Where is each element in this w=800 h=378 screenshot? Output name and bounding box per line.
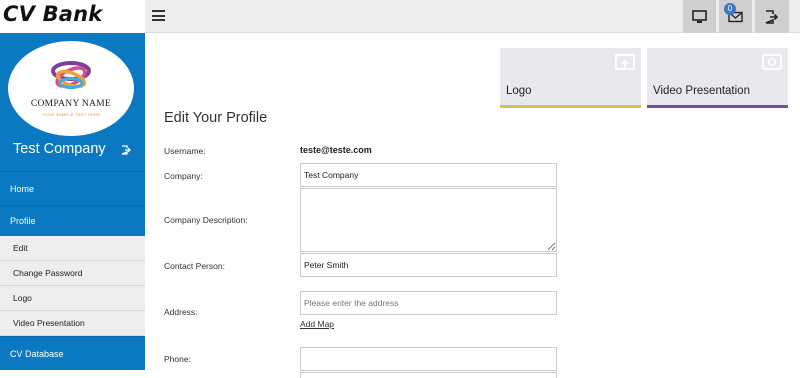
- sidebar-item-label: Profile: [10, 216, 36, 226]
- monitor-icon: [692, 9, 707, 23]
- sidebar: COMPANY NAME YOUR SAMPLE TEXT HERE Test …: [0, 33, 145, 378]
- phone-label: Phone:: [164, 354, 191, 364]
- company-description-textarea[interactable]: [300, 188, 557, 252]
- sidebar-subitem-label: Video Presentation: [13, 318, 85, 328]
- phone-input[interactable]: [300, 347, 557, 371]
- monitor-button[interactable]: [683, 0, 716, 33]
- next-field-input[interactable]: [300, 372, 557, 378]
- sidebar-company-name: Test Company: [13, 141, 106, 157]
- logo-card[interactable]: Logo: [500, 48, 641, 108]
- username-value: teste@teste.com: [300, 145, 372, 155]
- sidebar-subitem-change-password[interactable]: Change Password: [0, 261, 145, 286]
- card-label: Logo: [506, 85, 532, 97]
- hamburger-icon[interactable]: [152, 10, 165, 21]
- company-description-label: Company Description:: [164, 215, 248, 225]
- address-input[interactable]: [300, 291, 557, 315]
- sidebar-subitem-label: Edit: [13, 243, 28, 253]
- logo-company-name: COMPANY NAME: [30, 99, 112, 109]
- company-label: Company:: [164, 171, 203, 181]
- add-map-link[interactable]: Add Map: [300, 319, 334, 329]
- swirl-logo-icon: [51, 61, 91, 89]
- logout-icon: [765, 9, 779, 24]
- sidebar-item-label: CV Database: [10, 348, 64, 359]
- sidebar-item-cv-database[interactable]: CV Database: [0, 336, 145, 370]
- address-label: Address:: [164, 307, 198, 317]
- image-upload-icon: [615, 54, 635, 70]
- company-logout-icon[interactable]: [121, 145, 131, 155]
- video-icon: [762, 54, 782, 70]
- logo-slogan: YOUR SAMPLE TEXT HERE: [41, 112, 101, 117]
- video-presentation-card[interactable]: Video Presentation: [647, 48, 788, 108]
- contact-person-label: Contact Person:: [164, 261, 225, 271]
- sidebar-subitem-logo[interactable]: Logo: [0, 286, 145, 311]
- brand: CV Bank: [0, 0, 145, 33]
- username-label: Username:: [164, 146, 206, 156]
- messages-button[interactable]: 0: [719, 0, 752, 33]
- card-accent: [500, 105, 641, 108]
- sidebar-item-home[interactable]: Home: [0, 171, 145, 205]
- brand-title: CV Bank: [3, 2, 103, 26]
- contact-person-input[interactable]: [300, 253, 557, 277]
- sidebar-subitem-edit[interactable]: Edit: [0, 236, 145, 261]
- logout-button[interactable]: [755, 0, 789, 33]
- sidebar-subitem-video-presentation[interactable]: Video Presentation: [0, 311, 145, 336]
- sidebar-item-profile[interactable]: Profile: [0, 205, 145, 236]
- card-label: Video Presentation: [653, 85, 750, 97]
- sidebar-header: COMPANY NAME YOUR SAMPLE TEXT HERE Test …: [0, 33, 145, 171]
- company-logo: COMPANY NAME YOUR SAMPLE TEXT HERE: [8, 41, 134, 136]
- top-bar: CV Bank 0: [0, 0, 800, 33]
- sidebar-item-label: Home: [10, 183, 35, 194]
- card-accent: [647, 105, 788, 108]
- app-root: CV Bank 0 COMPANY NAME YOUR SAMPLE TEXT …: [0, 0, 800, 378]
- sidebar-subitem-label: Change Password: [13, 268, 83, 278]
- page-title: Edit Your Profile: [164, 110, 268, 126]
- message-count-badge: 0: [724, 3, 736, 15]
- company-input[interactable]: [300, 163, 557, 187]
- sidebar-subitem-label: Logo: [13, 293, 32, 303]
